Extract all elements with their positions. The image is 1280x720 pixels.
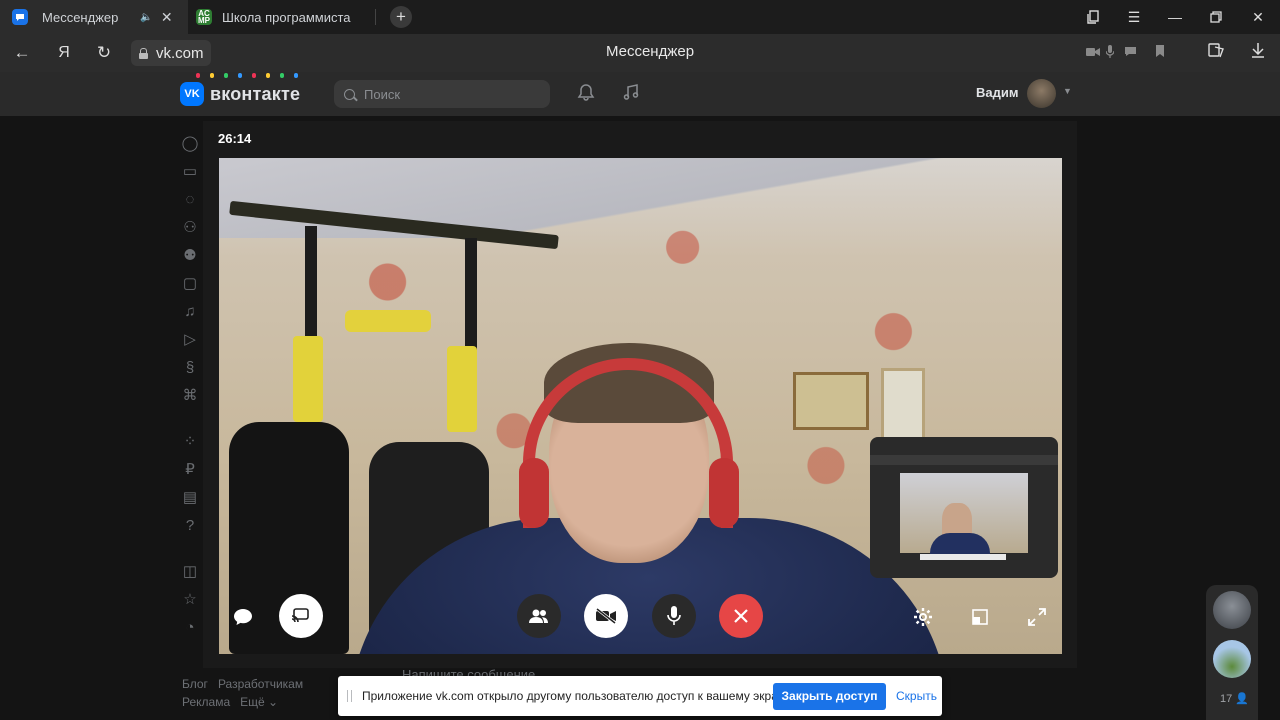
user-avatar[interactable] — [1027, 79, 1056, 108]
vk-footer: Блог Разработчикам Реклама Ещё ⌄ — [182, 675, 313, 711]
acmp-icon: AC MP — [196, 9, 212, 25]
speaker-icon[interactable]: 🔈 — [140, 12, 152, 23]
profile-icon[interactable]: ◯ — [181, 135, 199, 153]
garland-decoration — [192, 72, 304, 80]
files-icon[interactable]: ◔ — [181, 619, 199, 637]
mini-chat-avatar[interactable] — [1213, 591, 1251, 629]
footer-link-ads[interactable]: Реклама — [182, 695, 230, 709]
messages-icon[interactable]: ◌ — [181, 191, 199, 209]
help-icon[interactable]: ? — [181, 517, 199, 535]
fullscreen-icon[interactable] — [1024, 604, 1050, 630]
end-call-button[interactable] — [719, 594, 763, 638]
screen-sharing-notice: Приложение vk.com открыло другому пользо… — [338, 676, 942, 716]
participants-button[interactable] — [517, 594, 561, 638]
browser-tab-strip: Мессенджер 🔈 ✕ AC MP Школа программиста +… — [0, 0, 1280, 34]
page-title: Мессенджер — [605, 43, 695, 60]
tab-title: Школа программиста — [222, 9, 351, 25]
chat-permission-icon[interactable] — [1124, 45, 1137, 60]
yandex-home-icon[interactable]: Я — [53, 42, 75, 64]
tab-title: Мессенджер — [42, 9, 119, 25]
vk-search-input[interactable]: Поиск — [334, 80, 550, 108]
end-call-icon — [734, 609, 748, 623]
url-field[interactable]: vk.com — [131, 40, 211, 66]
games-icon[interactable]: ⌘ — [181, 387, 199, 405]
settings-icon[interactable] — [910, 604, 936, 630]
url-text: vk.com — [156, 44, 204, 62]
participants-icon — [529, 609, 548, 623]
microphone-permission-icon[interactable] — [1105, 45, 1115, 61]
remote-video-feed[interactable] — [219, 158, 1062, 654]
minimize-icon[interactable]: — — [1155, 0, 1195, 34]
mini-chat-avatar[interactable] — [1213, 640, 1251, 678]
market-icon[interactable]: ◫ — [181, 563, 199, 581]
microphone-button[interactable] — [652, 594, 696, 638]
back-icon[interactable]: ← — [11, 42, 33, 64]
photos-icon[interactable]: ▢ — [181, 275, 199, 293]
call-timer: 26:14 — [218, 131, 252, 146]
restore-icon[interactable] — [1196, 0, 1236, 34]
video-icon[interactable]: ▷ — [181, 331, 199, 349]
screen-share-icon — [291, 608, 309, 623]
chat-icon[interactable] — [230, 604, 256, 630]
stop-sharing-button[interactable]: Закрыть доступ — [773, 683, 886, 710]
vk-logo[interactable]: VK вконтакте — [180, 82, 300, 106]
vk-logo-icon: VK — [180, 82, 204, 106]
music-note-icon[interactable] — [622, 83, 640, 106]
close-window-icon[interactable]: ✕ — [1238, 0, 1278, 34]
work-icon[interactable]: ▤ — [181, 489, 199, 507]
camera-toggle-button[interactable] — [584, 594, 628, 638]
friends-icon[interactable]: ⚇ — [181, 219, 199, 237]
screen-share-button[interactable] — [279, 594, 323, 638]
user-name[interactable]: Вадим — [976, 85, 1018, 100]
footer-link-developers[interactable]: Разработчикам — [218, 677, 303, 691]
tab-divider — [375, 9, 376, 25]
bookmarks-icon[interactable]: ☆ — [181, 591, 199, 609]
bookmark-icon[interactable] — [1155, 45, 1165, 60]
clips-icon[interactable]: § — [181, 359, 199, 377]
bookmarks-panel-icon[interactable] — [1073, 0, 1113, 34]
sharing-message: Приложение vk.com открыло другому пользо… — [362, 689, 791, 703]
search-placeholder: Поиск — [364, 86, 401, 102]
minimize-window-icon[interactable] — [967, 604, 993, 630]
chat-bubble-icon — [12, 9, 28, 25]
mini-chat-count[interactable]: 17 👤 — [1220, 692, 1249, 705]
search-icon — [344, 88, 355, 100]
footer-link-blog[interactable]: Блог — [182, 677, 208, 691]
reload-icon[interactable]: ↻ — [93, 42, 115, 64]
tab-school-programmer[interactable]: AC MP Школа программиста — [196, 0, 351, 34]
music-icon[interactable]: ♫ — [181, 303, 199, 321]
camera-off-icon — [596, 608, 616, 624]
menu-icon[interactable]: ☰ — [1114, 0, 1154, 34]
services-icon[interactable]: ⁘ — [181, 433, 199, 451]
footer-link-more[interactable]: Ещё ⌄ — [240, 695, 278, 709]
new-tab-button[interactable]: + — [390, 6, 412, 28]
self-view-thumbnail[interactable] — [870, 437, 1058, 578]
pay-icon[interactable]: ₽ — [181, 461, 199, 479]
tab-messenger[interactable]: Мессенджер 🔈 ✕ — [0, 0, 188, 34]
drag-handle-icon[interactable] — [347, 690, 352, 702]
chevron-down-icon[interactable]: ▼ — [1063, 86, 1072, 96]
communities-icon[interactable]: ⚉ — [181, 247, 199, 265]
microphone-icon — [667, 606, 681, 625]
vk-logo-text: вконтакте — [210, 83, 301, 104]
lock-icon[interactable] — [139, 47, 148, 59]
address-bar: ← Я ↻ vk.com Мессенджер — [0, 34, 1280, 72]
notifications-bell-icon[interactable] — [577, 83, 595, 106]
camera-permission-icon[interactable] — [1086, 45, 1100, 60]
close-tab-icon[interactable]: ✕ — [161, 9, 173, 26]
news-icon[interactable]: ▭ — [181, 163, 199, 181]
person-icon: 👤 — [1235, 693, 1250, 705]
collections-icon[interactable] — [1208, 43, 1225, 61]
download-icon[interactable] — [1251, 43, 1265, 61]
hide-notice-link[interactable]: Скрыть — [896, 689, 937, 703]
